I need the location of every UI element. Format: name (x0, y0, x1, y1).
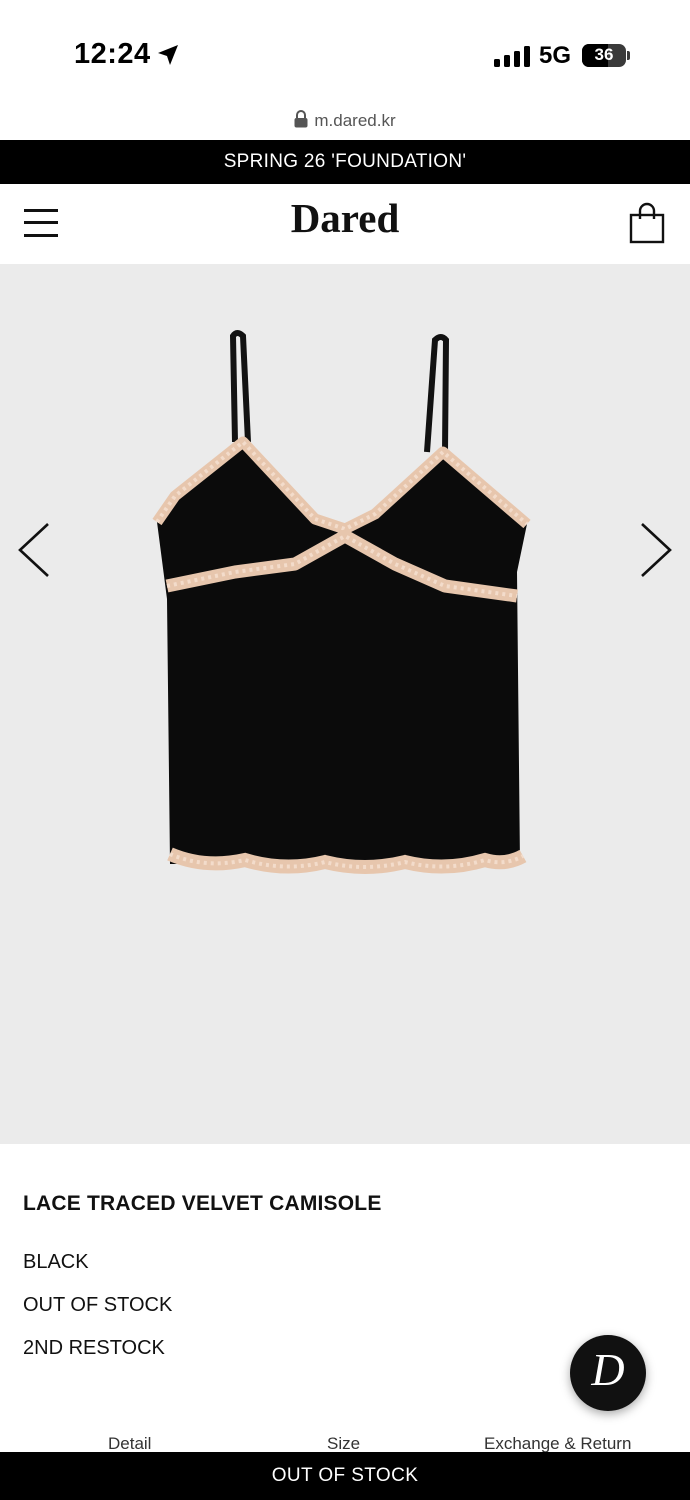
url-bar[interactable]: m.dared.kr (0, 110, 690, 131)
location-arrow-icon (158, 45, 178, 65)
product-stock-status: OUT OF STOCK (23, 1294, 173, 1316)
chevron-left-icon[interactable] (14, 520, 58, 580)
detail-tabs: Detail Size Exchange & Return (0, 1434, 690, 1452)
product-color: BLACK (23, 1251, 89, 1273)
product-gallery[interactable] (0, 264, 690, 1144)
shopping-bag-icon[interactable] (628, 202, 666, 244)
chevron-right-icon[interactable] (632, 520, 676, 580)
status-bar: 12:24 5G 36 (0, 0, 690, 108)
status-time: 12:24 (74, 38, 151, 70)
product-title: LACE TRACED VELVET CAMISOLE (23, 1192, 382, 1215)
cellular-signal-icon (494, 45, 530, 67)
product-image-camisole (152, 330, 531, 874)
hamburger-menu-icon[interactable] (24, 208, 58, 238)
lock-icon (294, 110, 308, 128)
tab-exchange-return[interactable]: Exchange & Return (484, 1434, 631, 1452)
battery-icon: 36 (582, 44, 626, 67)
tab-detail[interactable]: Detail (108, 1434, 151, 1452)
out-of-stock-button[interactable]: OUT OF STOCK (0, 1452, 690, 1500)
brand-logo: Dared (290, 195, 400, 241)
site-header: Dared (0, 184, 690, 264)
announcement-banner: SPRING 26 'FOUNDATION' (0, 140, 690, 184)
battery-level: 36 (594, 45, 614, 64)
product-restock-note: 2ND RESTOCK (23, 1337, 165, 1359)
network-type: 5G (539, 42, 572, 69)
chat-button[interactable]: D (570, 1335, 646, 1411)
battery-nub (627, 51, 630, 60)
tab-size[interactable]: Size (327, 1434, 360, 1452)
chat-logo: D (591, 1344, 625, 1395)
url-text: m.dared.kr (314, 111, 396, 130)
